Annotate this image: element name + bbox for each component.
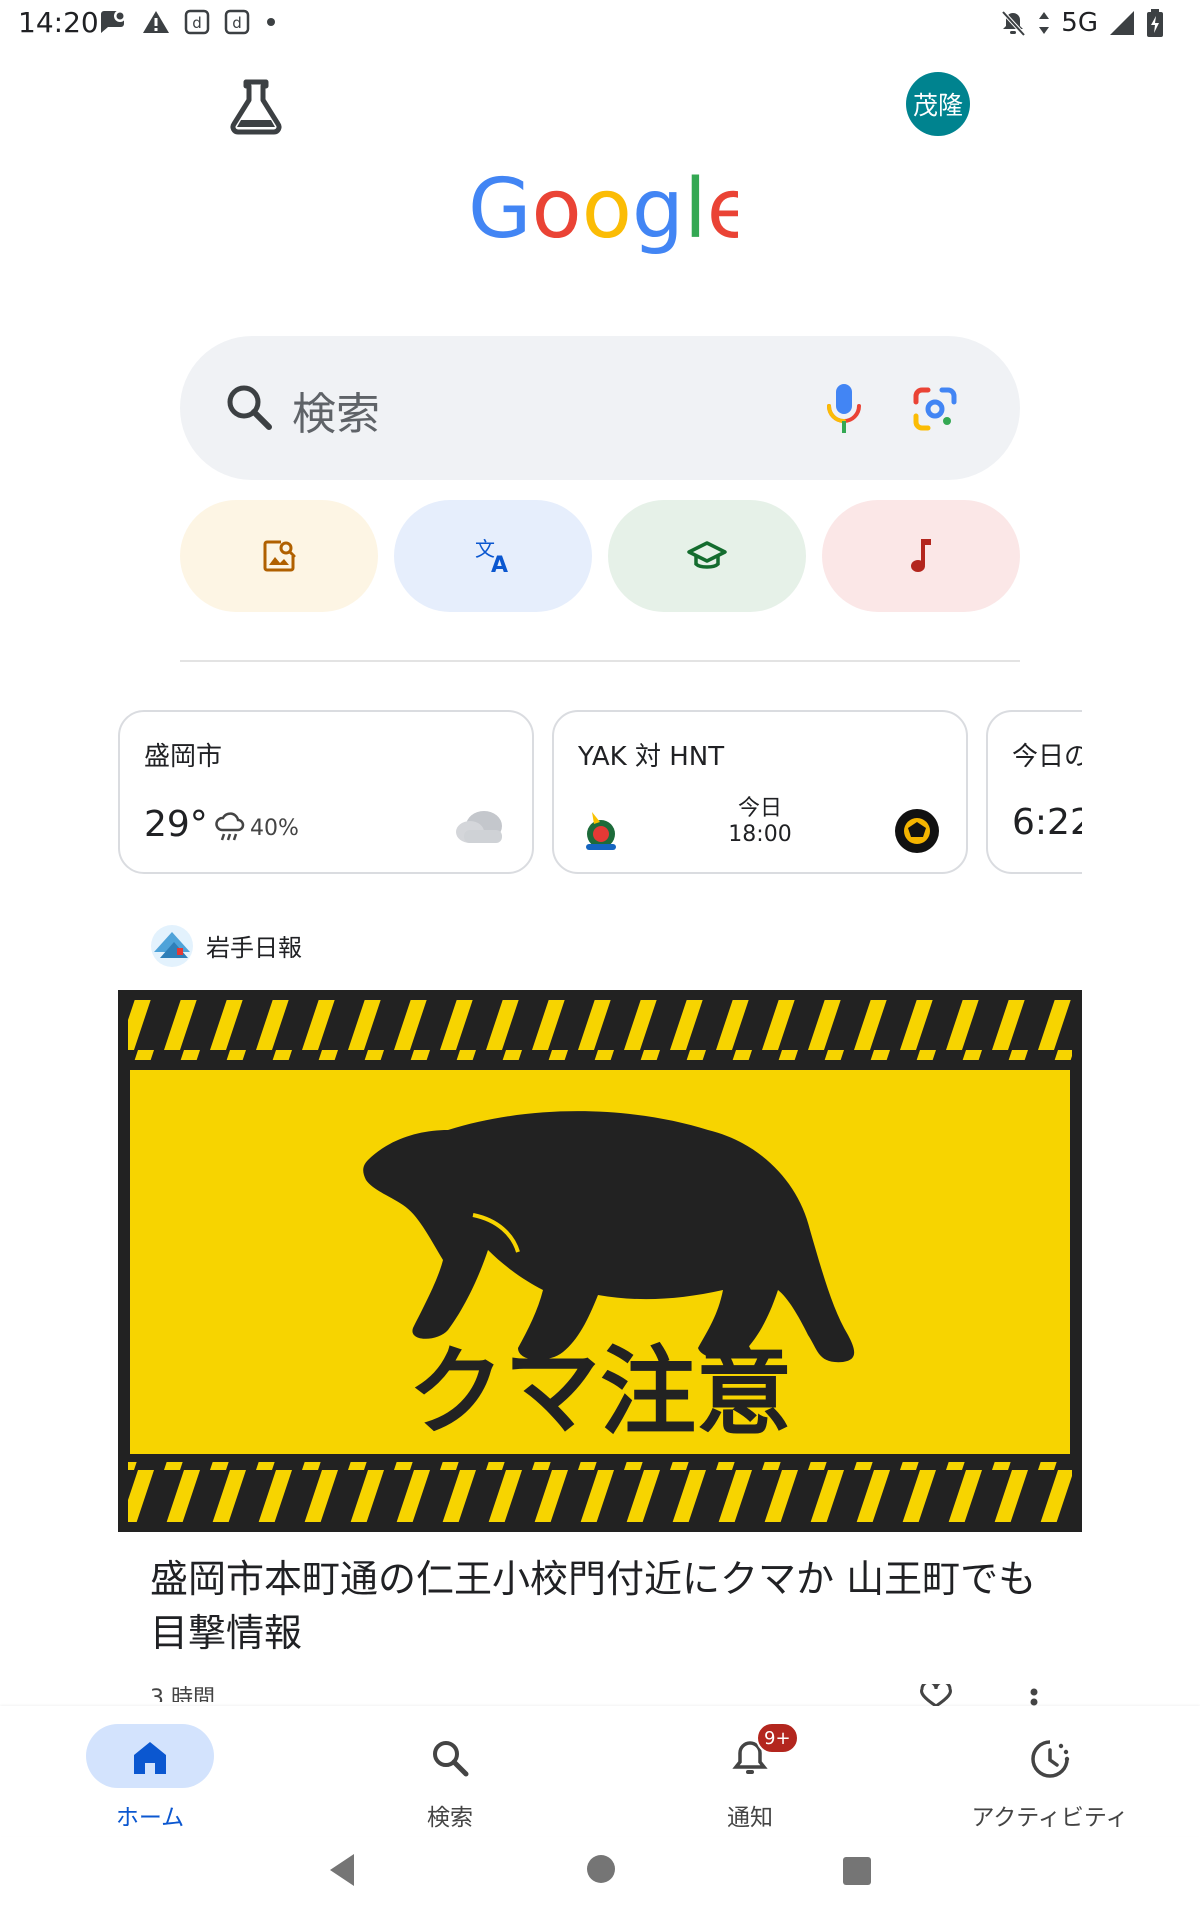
nav-home[interactable]: ホーム <box>0 1714 300 1831</box>
news-meta: 3 時間 <box>150 1680 1050 1702</box>
system-home-icon[interactable] <box>586 1854 616 1884</box>
baseball-game-card[interactable]: YAK 対 HNT 今日 18:00 <box>552 710 968 874</box>
svg-text:d: d <box>192 14 202 32</box>
image-search-chip[interactable] <box>180 500 378 612</box>
weather-temperature: 29° <box>144 804 208 845</box>
status-icons-left: d d <box>98 8 278 36</box>
rain-icon <box>215 812 245 841</box>
cloud-icon <box>456 811 502 843</box>
news-time: 3 時間 <box>150 1686 215 1702</box>
nav-notifications[interactable]: 9+ 通知 <box>600 1714 900 1831</box>
nav-search[interactable]: 検索 <box>300 1714 600 1831</box>
svg-text:d: d <box>232 14 242 32</box>
svg-text:Google: Google <box>468 162 738 257</box>
heart-icon[interactable] <box>918 1684 954 1708</box>
nav-activity[interactable]: アクティビティ <box>900 1714 1200 1831</box>
bear-warning-text: クマ注意 <box>408 1336 792 1448</box>
news-source-name[interactable]: 岩手日報 <box>206 928 302 963</box>
nav-search-label: 検索 <box>427 1805 473 1831</box>
search-icon <box>227 385 272 430</box>
signal-icon <box>1110 11 1134 35</box>
svg-text:A: A <box>491 553 508 576</box>
news-headline[interactable]: 盛岡市本町通の仁王小校門付近にクマか 山王町でも目撃情報 <box>150 1552 1050 1660</box>
homework-chip[interactable] <box>608 500 806 612</box>
nav-activity-label: アクティビティ <box>971 1805 1129 1831</box>
weather-card[interactable]: 盛岡市 29° 40% <box>118 710 534 874</box>
info-cards-carousel[interactable]: 盛岡市 29° 40% YAK 対 HNT 今日 18:00 今日の 6:22 <box>118 710 1082 880</box>
mic-icon[interactable] <box>824 382 864 436</box>
chat-gear-icon <box>101 10 126 33</box>
sun-title: 今日の <box>1012 742 1082 772</box>
battery-charging-icon <box>1147 9 1163 37</box>
tigers-logo-icon <box>895 809 939 853</box>
news-source-logo-icon <box>151 925 193 967</box>
nav-home-label: ホーム <box>115 1805 185 1831</box>
activity-icon <box>1031 1740 1070 1778</box>
docomo-icon: d <box>184 9 210 35</box>
image-search-icon <box>263 540 296 572</box>
network-label: 5G <box>1061 8 1098 38</box>
data-arrows-icon <box>1039 12 1050 34</box>
status-icons-right: 5G <box>999 8 1164 38</box>
graduation-cap-icon <box>687 541 727 569</box>
precipitation-chance: 40% <box>250 816 299 841</box>
home-icon <box>134 1742 166 1774</box>
search-placeholder[interactable]: 検索 <box>292 378 380 442</box>
system-recents-icon[interactable] <box>842 1856 872 1886</box>
notification-badge: 9+ <box>756 1722 799 1754</box>
divider <box>180 660 1020 662</box>
sunrise-card[interactable]: 今日の 6:22 <box>986 710 1082 874</box>
bear-warning-image[interactable]: クマ注意 <box>118 990 1082 1532</box>
status-time: 14:20 <box>18 6 99 39</box>
avatar[interactable]: 茂隆 <box>906 72 970 136</box>
song-search-chip[interactable] <box>822 500 1020 612</box>
warning-icon <box>143 11 169 33</box>
docomo-icon: d <box>224 9 250 35</box>
translate-chip[interactable]: 文 A <box>394 500 592 612</box>
more-options-icon[interactable] <box>1030 1688 1038 1706</box>
game-title: YAK 対 HNT <box>578 742 725 772</box>
system-back-icon[interactable] <box>326 1852 358 1888</box>
labs-flask-icon[interactable] <box>228 76 284 136</box>
sun-time: 6:22 <box>1012 802 1082 843</box>
search-bar[interactable]: 検索 <box>180 336 1020 480</box>
translate-icon: 文 A <box>475 537 508 576</box>
dot-icon <box>267 18 275 26</box>
bell-off-icon <box>1001 10 1026 37</box>
bottom-navigation: ホーム 検索 9+ 通知 アクティビティ <box>0 1706 1200 1836</box>
nav-notifications-label: 通知 <box>727 1805 773 1831</box>
music-note-icon <box>911 539 931 572</box>
weather-city: 盛岡市 <box>144 742 223 772</box>
google-logo: Google <box>468 162 738 257</box>
search-icon <box>433 1741 469 1777</box>
lens-icon[interactable] <box>912 386 958 432</box>
